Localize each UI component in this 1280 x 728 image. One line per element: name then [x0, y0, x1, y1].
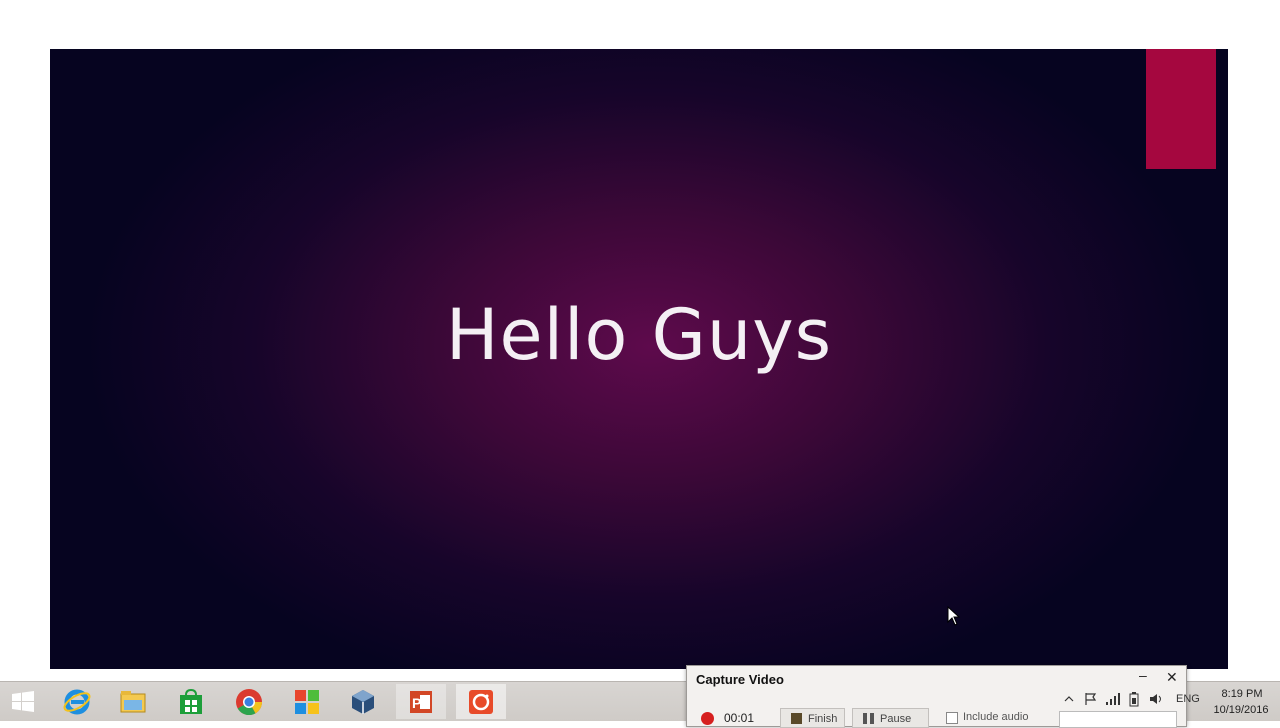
virtualbox-icon — [352, 689, 374, 714]
taskbar-internet-explorer[interactable] — [52, 684, 102, 719]
chrome-icon — [236, 688, 263, 715]
start-button[interactable] — [0, 684, 46, 719]
taskbar-store[interactable] — [166, 684, 216, 719]
network-signal-icon[interactable] — [1105, 692, 1121, 706]
finish-label: Finish — [808, 713, 838, 725]
pause-icon — [863, 713, 874, 724]
powerpoint-icon: P — [410, 690, 432, 713]
include-audio-label: Include audio — [963, 711, 1029, 723]
taskbar-powerpoint[interactable]: P — [396, 684, 446, 719]
language-indicator[interactable]: ENG — [1176, 693, 1200, 705]
volume-icon[interactable] — [1149, 692, 1164, 706]
slide-accent-tab — [1146, 49, 1216, 169]
store-icon — [180, 688, 202, 714]
elapsed-time: 00:01 — [724, 711, 755, 725]
taskbar-chrome[interactable] — [224, 684, 274, 719]
screen-recorder-icon — [469, 689, 493, 714]
stop-icon — [791, 713, 802, 724]
start-icon — [12, 690, 34, 712]
windows-logo-icon — [295, 689, 319, 714]
finish-button[interactable]: Finish — [780, 708, 845, 728]
file-explorer-icon — [120, 690, 146, 712]
clock-time[interactable]: 8:19 PM — [1214, 688, 1270, 700]
taskbar-file-explorer[interactable] — [108, 684, 158, 719]
pause-label: Pause — [880, 713, 912, 725]
taskbar-screen-recorder[interactable] — [456, 684, 506, 719]
pause-button[interactable]: Pause — [852, 708, 929, 728]
taskbar-windows-app[interactable] — [282, 684, 332, 719]
capture-window-title: Capture Video — [696, 672, 784, 687]
svg-text:P: P — [412, 695, 421, 711]
taskbar-virtualbox[interactable] — [338, 684, 388, 719]
internet-explorer-icon — [63, 689, 91, 714]
include-audio-checkbox[interactable] — [946, 712, 958, 724]
action-center-flag-icon[interactable] — [1084, 692, 1098, 706]
mouse-pointer-icon — [947, 606, 961, 626]
slide-title: Hello Guys — [445, 294, 833, 376]
presentation-slide: Hello Guys — [50, 49, 1228, 669]
clock-date[interactable]: 10/19/2016 — [1209, 704, 1273, 716]
battery-icon[interactable] — [1128, 692, 1140, 707]
show-hidden-icons-icon[interactable] — [1064, 694, 1074, 704]
recording-indicator-icon — [701, 712, 714, 725]
